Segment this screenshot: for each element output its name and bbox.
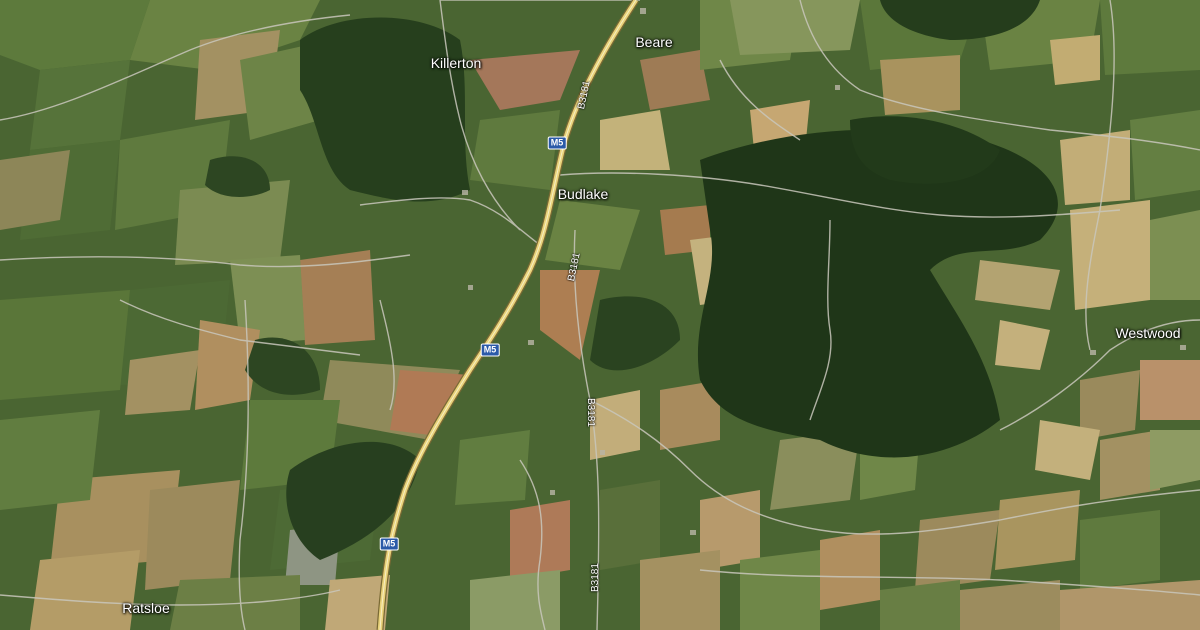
place-label-beare[interactable]: Beare [635, 34, 672, 50]
m5-road-shield[interactable]: M5 [547, 136, 567, 150]
b3181-road-label[interactable]: B3181 [585, 398, 596, 427]
m5-road-shield[interactable]: M5 [480, 343, 500, 357]
satellite-map[interactable]: Killerton Beare Budlake Westwood Ratsloe… [0, 0, 1200, 630]
place-label-killerton[interactable]: Killerton [431, 55, 482, 71]
m5-road-shield[interactable]: M5 [379, 537, 399, 551]
place-label-budlake[interactable]: Budlake [558, 186, 609, 202]
place-label-westwood[interactable]: Westwood [1115, 325, 1180, 341]
b3181-road-label[interactable]: B3181 [590, 563, 601, 592]
place-label-ratsloe[interactable]: Ratsloe [122, 600, 169, 616]
satellite-imagery [0, 0, 1200, 630]
